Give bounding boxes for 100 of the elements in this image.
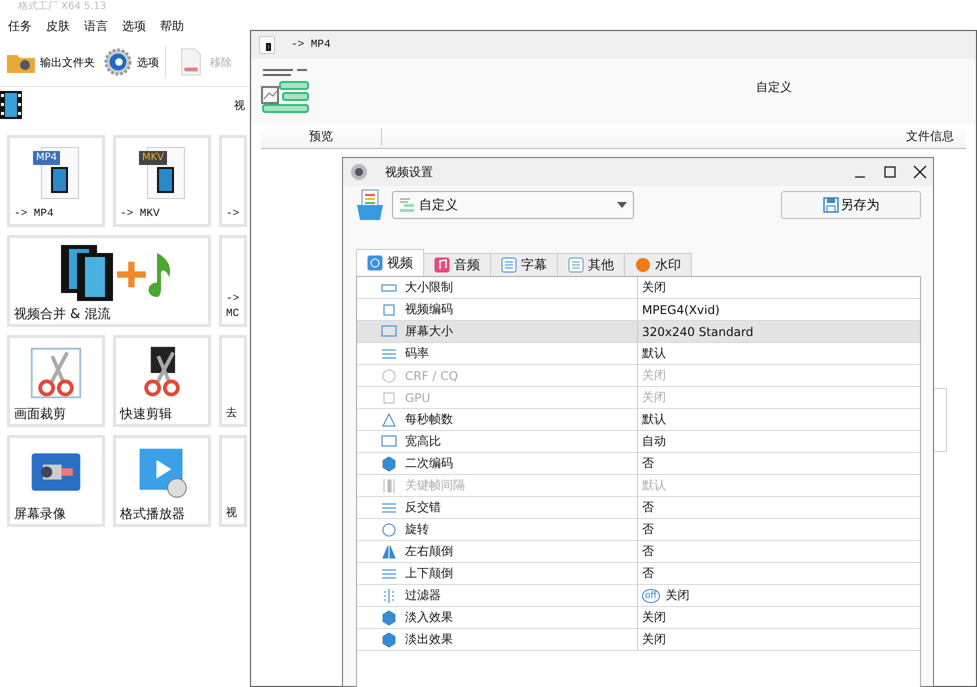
window-title: 视频设置 bbox=[385, 164, 433, 180]
tile-label: -> MKV bbox=[119, 207, 161, 222]
tool-tile[interactable]: MKV -> MKV bbox=[113, 135, 211, 227]
menu-item[interactable]: 任务 bbox=[8, 18, 32, 38]
setting-value: MPEG4(Xvid) bbox=[642, 302, 720, 316]
tray-icon bbox=[356, 189, 384, 221]
table-row[interactable]: 反交错 否 bbox=[357, 497, 920, 519]
tool-tile[interactable]: 去 bbox=[219, 335, 247, 427]
tool-tile[interactable]: MP4 -> MP4 bbox=[7, 135, 105, 227]
hexagon-icon bbox=[381, 610, 397, 626]
close-icon[interactable] bbox=[913, 165, 927, 179]
tab[interactable]: 视频 bbox=[356, 249, 424, 276]
floppy-icon bbox=[822, 197, 838, 213]
tile-label: -> MP4 bbox=[13, 207, 55, 222]
tab[interactable]: 水印 bbox=[624, 253, 692, 276]
file-icon bbox=[259, 36, 275, 54]
setting-value: 否 bbox=[642, 499, 654, 516]
menu-item[interactable]: 皮肤 bbox=[46, 18, 70, 38]
tile-label: 去 bbox=[225, 407, 238, 422]
setting-name: 视频编码 bbox=[405, 301, 453, 318]
table-row[interactable]: 旋转 否 bbox=[357, 519, 920, 541]
hexagon-icon bbox=[381, 632, 397, 648]
tile-label: -> bbox=[225, 207, 240, 222]
tool-tile[interactable]: -> MC bbox=[219, 235, 247, 327]
setting-name: 左右颠倒 bbox=[405, 543, 453, 560]
filter-icon bbox=[381, 588, 397, 604]
tile-label: 视频合并 & 混流 bbox=[13, 307, 112, 324]
table-row[interactable]: 淡出效果 关闭 bbox=[357, 629, 920, 651]
setting-name: 二次编码 bbox=[405, 455, 453, 472]
setting-value: 关闭 bbox=[642, 279, 666, 296]
setting-value: 否 bbox=[642, 565, 654, 582]
tile-label: 格式播放器 bbox=[119, 507, 186, 524]
category-label: 视 bbox=[234, 98, 245, 112]
tab[interactable]: 其他 bbox=[557, 253, 625, 276]
column-header[interactable]: 文件信息 bbox=[382, 128, 966, 144]
setting-value: 默认 bbox=[642, 411, 666, 428]
tool-tile[interactable]: 屏幕录像 bbox=[7, 435, 105, 527]
setting-name: 上下颠倒 bbox=[405, 565, 453, 582]
preset-icon bbox=[399, 197, 415, 213]
setting-value: 关闭 bbox=[642, 631, 666, 648]
setting-value: 关闭 bbox=[642, 389, 666, 406]
setting-value: 否 bbox=[642, 543, 654, 560]
tile-label: 画面裁剪 bbox=[13, 407, 67, 424]
tool-tile[interactable]: 画面裁剪 bbox=[7, 335, 105, 427]
table-row[interactable]: 左右颠倒 否 bbox=[357, 541, 920, 563]
toolbar-button[interactable]: 选项 bbox=[101, 46, 161, 78]
save-as-button[interactable]: 另存为 bbox=[781, 191, 921, 219]
setting-value: 关闭 bbox=[666, 587, 690, 604]
setting-name: 淡入效果 bbox=[405, 609, 453, 626]
tool-tile[interactable]: 视 bbox=[219, 435, 247, 527]
preset-dropdown[interactable]: 自定义 bbox=[392, 191, 634, 219]
tile-label: 视 bbox=[225, 507, 238, 522]
window-title: -> MP4 bbox=[291, 39, 331, 51]
setting-name: 反交错 bbox=[405, 499, 441, 516]
setting-value: 320x240 Standard bbox=[642, 324, 754, 338]
setting-name: CRF / CQ bbox=[405, 368, 458, 382]
setting-value: 关闭 bbox=[642, 609, 666, 626]
table-row[interactable]: 二次编码 否 bbox=[357, 453, 920, 475]
video-icon bbox=[367, 255, 383, 271]
tab[interactable]: 字幕 bbox=[490, 253, 558, 276]
tab[interactable]: 音频 bbox=[423, 253, 491, 276]
setting-value: 默认 bbox=[642, 345, 666, 362]
preset-name: 自定义 bbox=[756, 79, 792, 96]
menu-item[interactable]: 语言 bbox=[84, 18, 108, 38]
table-row[interactable]: 上下颠倒 否 bbox=[357, 563, 920, 585]
tool-tile[interactable]: 格式播放器 bbox=[113, 435, 211, 527]
table-row[interactable]: 每秒帧数 默认 bbox=[357, 409, 920, 431]
hexagon-icon bbox=[381, 456, 397, 472]
menu-item[interactable]: 帮助 bbox=[160, 18, 184, 38]
tool-tile[interactable]: 快速剪辑 bbox=[113, 335, 211, 427]
setting-value: 否 bbox=[642, 521, 654, 538]
table-row[interactable]: 屏幕大小 320x240 Standard bbox=[357, 321, 920, 343]
gear-icon bbox=[103, 48, 133, 76]
setting-name: 屏幕大小 bbox=[405, 323, 453, 340]
tool-tile[interactable]: 视频合并 & 混流 bbox=[7, 235, 211, 327]
toolbar-button[interactable]: 输出文件夹 bbox=[4, 46, 97, 78]
setting-value: 自动 bbox=[642, 433, 666, 450]
tool-tile[interactable]: -> bbox=[219, 135, 247, 227]
mirror-icon bbox=[381, 544, 397, 560]
table-row[interactable]: 宽高比 自动 bbox=[357, 431, 920, 453]
table-row[interactable]: 过滤器 off 关闭 bbox=[357, 585, 920, 607]
setting-name: GPU bbox=[405, 390, 430, 404]
table-row[interactable]: 大小限制 关闭 bbox=[357, 277, 920, 299]
table-row[interactable]: 淡入效果 关闭 bbox=[357, 607, 920, 629]
setting-name: 淡出效果 bbox=[405, 631, 453, 648]
maximize-icon[interactable] bbox=[883, 165, 897, 179]
setting-name: 过滤器 bbox=[405, 587, 441, 604]
tile-label: 屏幕录像 bbox=[13, 507, 67, 524]
tile-label: 快速剪辑 bbox=[118, 407, 173, 424]
off-badge: off bbox=[642, 588, 660, 602]
window-title: 格式工厂 X64 5.13 bbox=[17, 0, 108, 14]
setting-name: 每秒帧数 bbox=[405, 411, 453, 428]
caret-icon bbox=[617, 202, 627, 208]
setting-value: 默认 bbox=[642, 477, 666, 494]
setting-value: 关闭 bbox=[642, 367, 666, 384]
table-row[interactable]: 码率 默认 bbox=[357, 343, 920, 365]
column-header[interactable]: 预览 bbox=[261, 128, 382, 144]
menu-item[interactable]: 选项 bbox=[122, 18, 146, 38]
setting-name: 旋转 bbox=[405, 521, 429, 538]
bars-icon bbox=[381, 478, 397, 494]
